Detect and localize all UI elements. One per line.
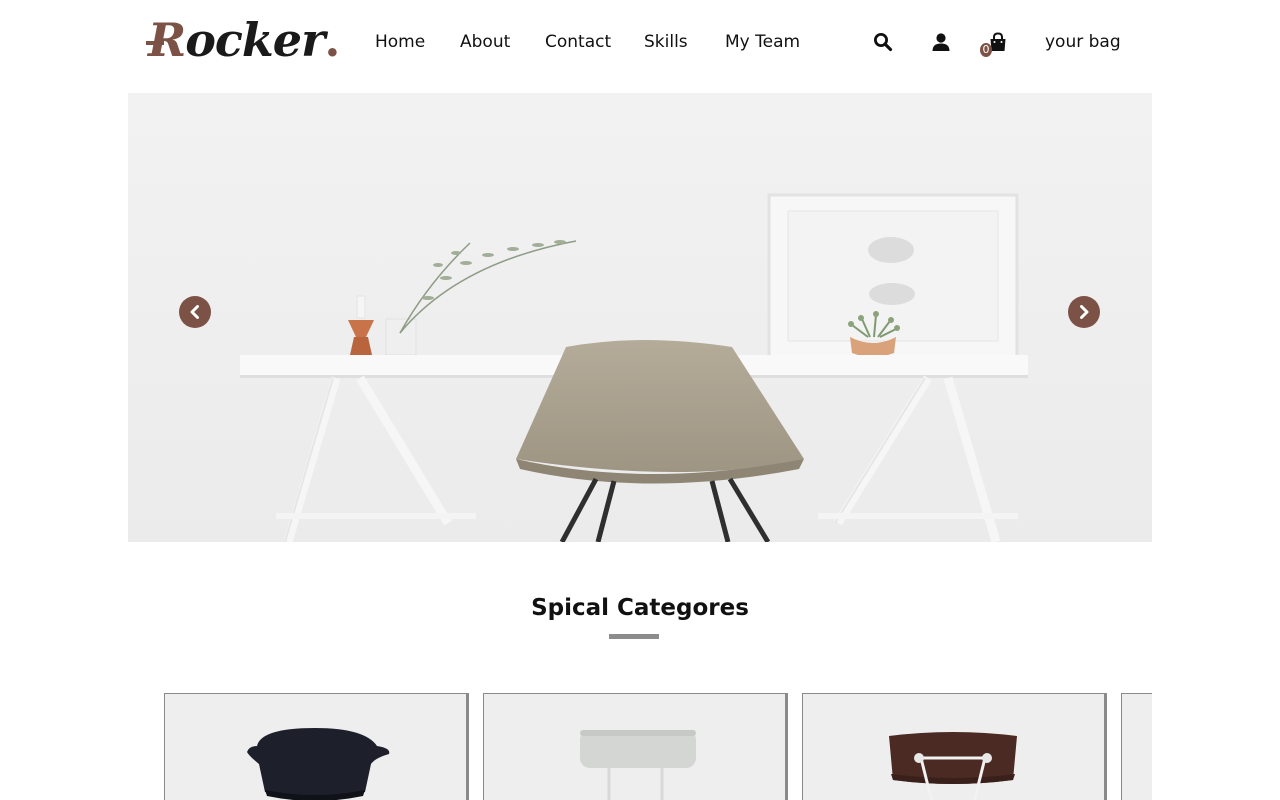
hero-slider xyxy=(128,93,1152,542)
category-card[interactable] xyxy=(483,693,788,800)
black-chair-image xyxy=(247,728,390,800)
category-card[interactable] xyxy=(802,693,1107,800)
hero-image xyxy=(128,93,1152,542)
category-cards xyxy=(0,693,1280,800)
nav-skills[interactable]: Skills xyxy=(644,30,688,54)
cart-count-badge: 0 xyxy=(980,43,992,57)
logo[interactable]: R ocker . xyxy=(145,12,341,68)
section-title: Spical Categores xyxy=(531,595,749,621)
brown-chair-image xyxy=(889,732,1017,800)
user-icon xyxy=(932,33,950,51)
logo-dot: . xyxy=(324,13,341,67)
cards-viewport xyxy=(128,693,1152,800)
account-button[interactable] xyxy=(930,30,952,54)
search-button[interactable] xyxy=(871,30,895,54)
category-card[interactable] xyxy=(164,693,469,800)
logo-text: ocker xyxy=(185,13,325,67)
site-header: R ocker . Home About Contact Skills My T… xyxy=(0,0,1280,93)
chevron-left-icon xyxy=(190,305,199,319)
bag-label[interactable]: your bag xyxy=(1045,30,1121,54)
nav-contact[interactable]: Contact xyxy=(545,30,611,54)
nav-about[interactable]: About xyxy=(460,30,510,54)
logo-first-letter: R xyxy=(145,13,186,67)
nav-my-team[interactable]: My Team xyxy=(725,30,800,54)
nav-home[interactable]: Home xyxy=(375,30,425,54)
chevron-right-icon xyxy=(1080,305,1089,319)
white-chair-image xyxy=(580,730,696,800)
slider-prev-button[interactable] xyxy=(179,296,211,328)
category-card[interactable] xyxy=(1121,693,1152,800)
title-underline xyxy=(609,634,659,639)
search-icon xyxy=(874,33,893,52)
slider-next-button[interactable] xyxy=(1068,296,1100,328)
